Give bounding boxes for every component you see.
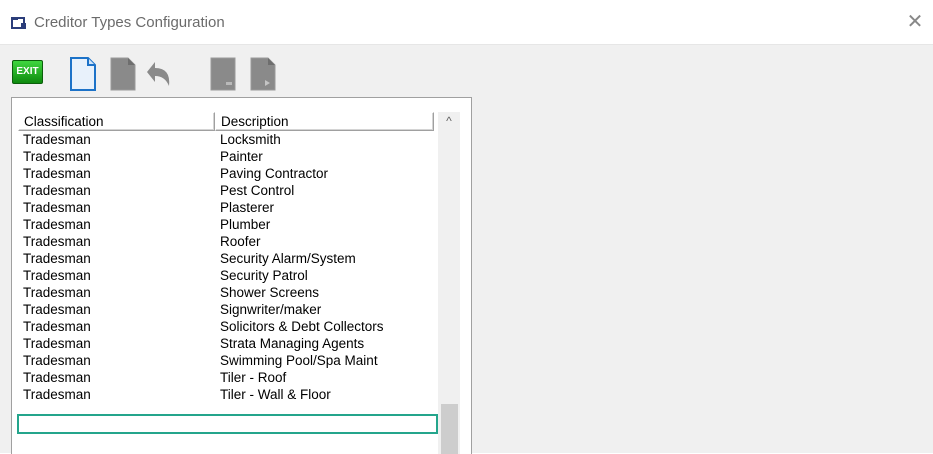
classification-cell: Tradesman — [23, 370, 91, 385]
description-cell: Tiler - Wall & Floor — [220, 387, 331, 402]
list-row[interactable]: Tradesman Tiler - Roof — [18, 369, 438, 386]
classification-cell: Tradesman — [23, 166, 91, 181]
list-row[interactable]: Tradesman Solicitors & Debt Collectors — [18, 318, 438, 335]
list-row[interactable]: Tradesman Strata Managing Agents — [18, 335, 438, 352]
list-row[interactable]: Tradesman Shower Screens — [18, 284, 438, 301]
list-row[interactable]: Tradesman Tiler - Wall & Floor — [18, 386, 438, 403]
list-row[interactable]: Tradesman Plasterer — [18, 199, 438, 216]
description-cell: Tiler - Roof — [220, 370, 287, 385]
description-cell: Security Alarm/System — [220, 251, 356, 266]
description-cell: Painter — [220, 149, 263, 164]
title-bar: Creditor Types Configuration ✕ — [0, 0, 933, 45]
classification-cell: Tradesman — [23, 217, 91, 232]
list-row[interactable]: Tradesman Plumber — [18, 216, 438, 233]
export-icon[interactable] — [246, 56, 280, 92]
scroll-thumb[interactable] — [441, 404, 458, 454]
list-rows: Tradesman Locksmith Tradesman Painter Trad… — [18, 131, 438, 454]
description-cell: Signwriter/maker — [220, 302, 322, 317]
vertical-scrollbar[interactable]: ^ — [438, 112, 460, 454]
row-highlight-box — [17, 414, 438, 434]
list-row[interactable]: Tradesman Signwriter/maker — [18, 301, 438, 318]
close-button[interactable]: ✕ — [905, 12, 925, 32]
list-row[interactable]: Tradesman Pest Control — [18, 182, 438, 199]
description-cell: Security Patrol — [220, 268, 308, 283]
classification-cell: Tradesman — [23, 302, 91, 317]
client-area: EXIT Classification Description Tradesma… — [0, 45, 933, 454]
creditor-types-list[interactable]: Classification Description Tradesman Lock… — [11, 97, 472, 454]
description-cell: Strata Managing Agents — [220, 336, 365, 351]
column-header-classification[interactable]: Classification — [18, 112, 215, 131]
classification-cell: Tradesman — [23, 132, 91, 147]
description-cell: Shower Screens — [220, 285, 320, 300]
classification-cell: Tradesman — [23, 268, 91, 283]
description-cell: Paving Contractor — [220, 166, 329, 181]
description-cell: Pest Control — [220, 183, 295, 198]
list-row[interactable]: Tradesman Swimming Pool/Spa Maint — [18, 352, 438, 369]
classification-cell: Tradesman — [23, 234, 91, 249]
description-cell: Locksmith — [220, 132, 281, 147]
classification-cell: Tradesman — [23, 336, 91, 351]
list-row[interactable]: Tradesman Paving Contractor — [18, 165, 438, 182]
delete-icon[interactable] — [206, 56, 240, 92]
undo-icon[interactable] — [141, 56, 175, 92]
description-cell: Roofer — [220, 234, 261, 249]
classification-cell: Tradesman — [23, 200, 91, 215]
classification-cell: Tradesman — [23, 183, 91, 198]
app-icon — [11, 17, 26, 29]
classification-cell: Tradesman — [23, 251, 91, 266]
list-row[interactable]: Tradesman Painter — [18, 148, 438, 165]
window-title: Creditor Types Configuration — [34, 14, 225, 31]
save-icon[interactable] — [106, 56, 140, 92]
list-row[interactable]: Tradesman Locksmith — [18, 131, 438, 148]
classification-cell: Tradesman — [23, 285, 91, 300]
description-cell: Plasterer — [220, 200, 275, 215]
classification-cell: Tradesman — [23, 319, 91, 334]
exit-button[interactable]: EXIT — [12, 60, 43, 84]
list-row[interactable]: Tradesman Security Alarm/System — [18, 250, 438, 267]
list-header: Classification Description — [18, 112, 434, 131]
description-cell: Solicitors & Debt Collectors — [220, 319, 384, 334]
scroll-up-arrow-icon[interactable]: ^ — [438, 112, 460, 130]
classification-cell: Tradesman — [23, 149, 91, 164]
new-icon[interactable] — [66, 56, 100, 92]
description-cell: Plumber — [220, 217, 271, 232]
description-cell: Swimming Pool/Spa Maint — [220, 353, 378, 368]
toolbar: EXIT — [0, 45, 933, 97]
list-row[interactable]: Tradesman Roofer — [18, 233, 438, 250]
column-header-description[interactable]: Description — [215, 112, 434, 131]
list-row[interactable]: Tradesman Security Patrol — [18, 267, 438, 284]
classification-cell: Tradesman — [23, 387, 91, 402]
classification-cell: Tradesman — [23, 353, 91, 368]
